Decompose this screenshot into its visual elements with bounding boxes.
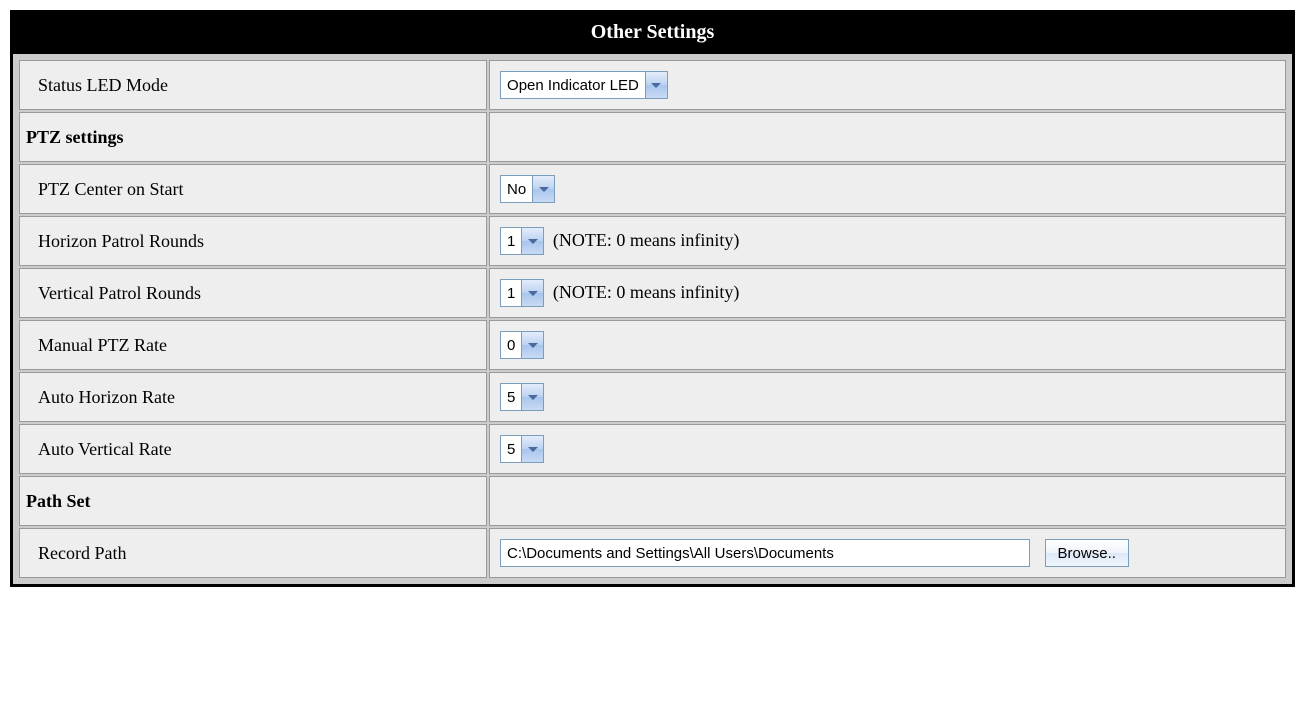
ptz-heading-empty bbox=[489, 112, 1286, 162]
auto-vertical-rate-select-button[interactable] bbox=[521, 436, 543, 462]
chevron-down-icon bbox=[528, 239, 538, 244]
auto-horizon-rate-select-text: 5 bbox=[501, 385, 521, 410]
horizon-patrol-select-text: 1 bbox=[501, 229, 521, 254]
settings-table: Status LED Mode Open Indicator LED PTZ s… bbox=[13, 54, 1292, 584]
horizon-patrol-select-button[interactable] bbox=[521, 228, 543, 254]
manual-ptz-rate-select-button[interactable] bbox=[521, 332, 543, 358]
manual-ptz-rate-label: Manual PTZ Rate bbox=[19, 320, 487, 370]
auto-vertical-rate-label: Auto Vertical Rate bbox=[19, 424, 487, 474]
path-heading-empty bbox=[489, 476, 1286, 526]
record-path-value-cell: Browse.. bbox=[489, 528, 1286, 578]
row-status-led: Status LED Mode Open Indicator LED bbox=[19, 60, 1286, 110]
row-record-path: Record Path Browse.. bbox=[19, 528, 1286, 578]
row-manual-ptz-rate: Manual PTZ Rate 0 bbox=[19, 320, 1286, 370]
auto-horizon-rate-value-cell: 5 bbox=[489, 372, 1286, 422]
row-ptz-center: PTZ Center on Start No bbox=[19, 164, 1286, 214]
chevron-down-icon bbox=[528, 395, 538, 400]
vertical-patrol-select[interactable]: 1 bbox=[500, 279, 544, 307]
vertical-patrol-select-text: 1 bbox=[501, 281, 521, 306]
horizon-patrol-label: Horizon Patrol Rounds bbox=[19, 216, 487, 266]
panel-title: Other Settings bbox=[13, 13, 1292, 54]
horizon-patrol-select[interactable]: 1 bbox=[500, 227, 544, 255]
status-led-value-cell: Open Indicator LED bbox=[489, 60, 1286, 110]
manual-ptz-rate-value-cell: 0 bbox=[489, 320, 1286, 370]
chevron-down-icon bbox=[528, 343, 538, 348]
vertical-patrol-value-cell: 1 (NOTE: 0 means infinity) bbox=[489, 268, 1286, 318]
auto-horizon-rate-select[interactable]: 5 bbox=[500, 383, 544, 411]
auto-vertical-rate-select[interactable]: 5 bbox=[500, 435, 544, 463]
ptz-section-heading: PTZ settings bbox=[19, 112, 487, 162]
row-vertical-patrol: Vertical Patrol Rounds 1 (NOTE: 0 means … bbox=[19, 268, 1286, 318]
manual-ptz-rate-select[interactable]: 0 bbox=[500, 331, 544, 359]
vertical-patrol-select-button[interactable] bbox=[521, 280, 543, 306]
manual-ptz-rate-select-text: 0 bbox=[501, 333, 521, 358]
horizon-patrol-value-cell: 1 (NOTE: 0 means infinity) bbox=[489, 216, 1286, 266]
row-auto-vertical-rate: Auto Vertical Rate 5 bbox=[19, 424, 1286, 474]
path-section-heading: Path Set bbox=[19, 476, 487, 526]
horizon-patrol-note: (NOTE: 0 means infinity) bbox=[553, 230, 739, 250]
vertical-patrol-label: Vertical Patrol Rounds bbox=[19, 268, 487, 318]
auto-vertical-rate-select-text: 5 bbox=[501, 437, 521, 462]
row-path-heading: Path Set bbox=[19, 476, 1286, 526]
status-led-label: Status LED Mode bbox=[19, 60, 487, 110]
auto-horizon-rate-label: Auto Horizon Rate bbox=[19, 372, 487, 422]
auto-vertical-rate-value-cell: 5 bbox=[489, 424, 1286, 474]
settings-panel: Other Settings Status LED Mode Open Indi… bbox=[10, 10, 1295, 587]
status-led-select-button[interactable] bbox=[645, 72, 667, 98]
ptz-center-select[interactable]: No bbox=[500, 175, 555, 203]
chevron-down-icon bbox=[651, 83, 661, 88]
vertical-patrol-note: (NOTE: 0 means infinity) bbox=[553, 282, 739, 302]
chevron-down-icon bbox=[528, 447, 538, 452]
browse-button[interactable]: Browse.. bbox=[1045, 539, 1129, 567]
status-led-select[interactable]: Open Indicator LED bbox=[500, 71, 668, 99]
row-horizon-patrol: Horizon Patrol Rounds 1 (NOTE: 0 means i… bbox=[19, 216, 1286, 266]
ptz-center-value-cell: No bbox=[489, 164, 1286, 214]
record-path-input[interactable] bbox=[500, 539, 1030, 567]
status-led-select-text: Open Indicator LED bbox=[501, 73, 645, 98]
row-ptz-heading: PTZ settings bbox=[19, 112, 1286, 162]
chevron-down-icon bbox=[539, 187, 549, 192]
chevron-down-icon bbox=[528, 291, 538, 296]
ptz-center-select-text: No bbox=[501, 177, 532, 202]
record-path-label: Record Path bbox=[19, 528, 487, 578]
auto-horizon-rate-select-button[interactable] bbox=[521, 384, 543, 410]
ptz-center-select-button[interactable] bbox=[532, 176, 554, 202]
ptz-center-label: PTZ Center on Start bbox=[19, 164, 487, 214]
row-auto-horizon-rate: Auto Horizon Rate 5 bbox=[19, 372, 1286, 422]
